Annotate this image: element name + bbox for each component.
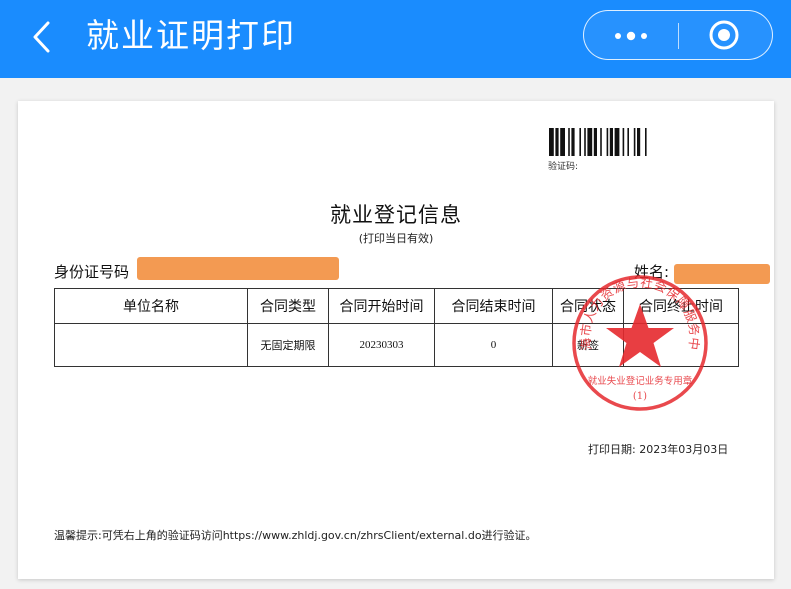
header-employer-name: 单位名称 [54, 288, 248, 324]
barcode-bar [560, 128, 565, 156]
barcode-bar [549, 128, 554, 156]
barcode-bar [587, 128, 593, 156]
document-subtitle: (打印当日有效) [358, 232, 434, 245]
verification-barcode [549, 128, 647, 156]
document-title: 就业登记信息 [330, 203, 462, 227]
barcode-bar [571, 128, 575, 156]
print-date: 打印日期: 2023年03月03日 [588, 443, 729, 456]
menu-capsule [583, 10, 773, 60]
barcode-bar [555, 128, 559, 156]
page-title: 就业证明打印 [86, 16, 296, 55]
cell-contract-end: 0 [434, 323, 553, 367]
chevron-left-icon[interactable] [28, 19, 58, 55]
official-seal-stamp: 珠海市人力资源与社会保障服务中心 就业失业登记业务专用章 (1) [570, 273, 708, 411]
barcode-bar [593, 128, 597, 156]
barcode-bar [645, 128, 647, 156]
more-dots-icon[interactable] [604, 21, 658, 49]
employment-certificate-document: 验证码: 就业登记信息 (打印当日有效) 身份证号码 姓名: 单位名称 合同类型… [18, 101, 774, 579]
id-number-redaction [137, 257, 339, 280]
barcode-bar [622, 128, 625, 156]
target-circle-icon[interactable] [708, 19, 740, 51]
barcode-bar [633, 128, 636, 156]
barcode-bar [609, 128, 613, 156]
verify-code-label: 验证码: [548, 162, 579, 172]
barcode-bar [614, 128, 620, 156]
cell-contract-start: 20230303 [328, 323, 435, 367]
svg-text:就业失业登记业务专用章: 就业失业登记业务专用章 [588, 375, 693, 387]
id-number-label: 身份证号码 [54, 263, 130, 281]
header-contract-end: 合同结束时间 [434, 288, 553, 324]
barcode-bar [637, 128, 641, 156]
verification-tip: 温馨提示:可凭右上角的验证码访问https://www.zhldj.gov.cn… [54, 529, 537, 542]
barcode-bar [568, 128, 570, 156]
navigation-bar: 就业证明打印 [0, 0, 791, 78]
header-contract-type: 合同类型 [247, 288, 329, 324]
barcode-bar [584, 128, 586, 156]
capsule-divider [678, 23, 679, 49]
cell-contract-type: 无固定期限 [247, 323, 329, 367]
barcode-bar [579, 128, 581, 156]
header-contract-start: 合同开始时间 [328, 288, 435, 324]
svg-text:(1): (1) [633, 391, 647, 402]
barcode-bar [606, 128, 609, 156]
barcode-bar [600, 128, 602, 156]
cell-employer-name [54, 323, 248, 367]
barcode-bar [627, 128, 629, 156]
